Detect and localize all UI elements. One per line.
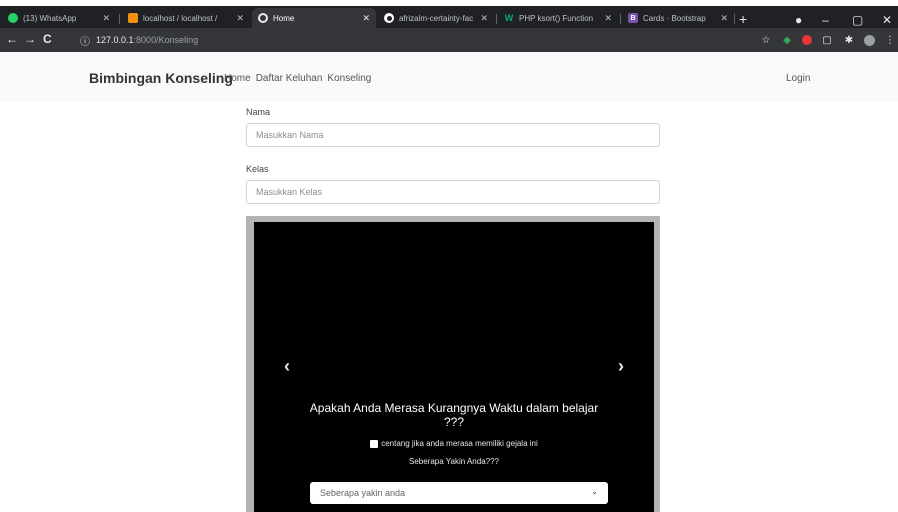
close-tab-icon[interactable]: ✕ <box>102 13 110 24</box>
nama-label: Nama <box>246 107 271 117</box>
github-icon <box>384 13 394 23</box>
nav-daftar-keluhan[interactable]: Daftar Keluhan <box>256 73 323 84</box>
extension-icon[interactable]: ▢ <box>821 34 833 46</box>
new-tab-button[interactable]: + <box>739 12 747 26</box>
w3schools-icon: W <box>504 13 514 23</box>
minimize-button[interactable]: – <box>822 13 829 27</box>
nama-input[interactable]: Masukkan Nama <box>246 123 660 147</box>
close-tab-icon[interactable]: ✕ <box>236 13 244 24</box>
chevron-down-icon: ⌄ <box>591 487 598 496</box>
whatsapp-icon <box>8 13 18 23</box>
reload-icon[interactable]: C <box>43 32 52 46</box>
tab-bootstrap[interactable]: B Cards · Bootstrap ✕ <box>622 8 734 28</box>
tab-github[interactable]: afrizalm-certainty-fac ✕ <box>378 8 494 28</box>
tab-title: Home <box>273 13 295 23</box>
forward-arrow-icon[interactable]: → <box>24 32 36 46</box>
bookmark-star-icon[interactable]: ☆ <box>760 34 772 46</box>
close-tab-icon[interactable]: ✕ <box>604 13 612 24</box>
tab-title: (13) WhatsApp <box>23 13 77 23</box>
tab-home[interactable]: Home ✕ <box>252 8 376 28</box>
question-text: Apakah Anda Merasa Kurangnya Waktu dalam… <box>309 401 599 429</box>
back-arrow-icon[interactable]: ← <box>6 32 18 46</box>
extension-icon[interactable]: ◆ <box>781 34 793 46</box>
symptom-checkbox-row: centang jika anda merasa memiliki gejala… <box>254 439 654 448</box>
address-bar[interactable]: ⓘ 127.0.0.1:8000/Konseling <box>80 31 780 49</box>
menu-icon[interactable]: ⋮ <box>884 34 896 46</box>
brand-logo[interactable]: Bimbingan Konseling <box>89 70 233 86</box>
maximize-button[interactable]: ▢ <box>852 13 863 27</box>
login-link[interactable]: Login <box>786 73 810 84</box>
select-value: Seberapa yakin anda <box>320 488 406 498</box>
nav-links: Home Daftar Keluhan Konseling <box>224 73 371 84</box>
tab-title: localhost / localhost / <box>143 13 218 23</box>
nav-home[interactable]: Home <box>224 73 251 84</box>
question-carousel: ‹ › Apakah Anda Merasa Kurangnya Waktu d… <box>254 222 654 512</box>
tab-title: PHP ksort() Function <box>519 13 594 23</box>
confidence-prompt: Seberapa Yakin Anda??? <box>408 457 499 466</box>
nav-konseling[interactable]: Konseling <box>327 73 371 84</box>
checkbox-label: centang jika anda merasa memiliki gejala… <box>381 439 538 448</box>
browser-tab-strip: (13) WhatsApp ✕ localhost / localhost / … <box>0 6 898 28</box>
close-tab-icon[interactable]: ✕ <box>362 13 370 24</box>
confidence-select[interactable]: Seberapa yakin anda ⌄ <box>310 482 608 504</box>
avatar[interactable] <box>863 34 875 46</box>
carousel-prev-icon[interactable]: ‹ <box>284 356 290 377</box>
adblock-icon[interactable] <box>801 34 813 46</box>
carousel-next-icon[interactable]: › <box>618 356 624 377</box>
profile-icon[interactable]: ● <box>795 13 802 27</box>
site-navbar: Bimbingan Konseling Home Daftar Keluhan … <box>0 52 898 102</box>
extensions-puzzle-icon[interactable]: ✱ <box>843 34 855 46</box>
tab-title: Cards · Bootstrap <box>643 13 706 23</box>
close-tab-icon[interactable]: ✕ <box>480 13 488 24</box>
tab-whatsapp[interactable]: (13) WhatsApp ✕ <box>2 8 116 28</box>
tab-w3schools[interactable]: W PHP ksort() Function ✕ <box>498 8 618 28</box>
site-info-icon[interactable]: ⓘ <box>80 33 90 48</box>
close-window-button[interactable]: ✕ <box>882 13 892 27</box>
globe-icon <box>258 13 268 23</box>
kelas-label: Kelas <box>246 164 269 174</box>
bootstrap-icon: B <box>628 13 638 23</box>
close-tab-icon[interactable]: ✕ <box>720 13 728 24</box>
symptom-checkbox[interactable] <box>370 439 379 448</box>
tab-title: afrizalm-certainty-fac <box>399 13 474 23</box>
phpmyadmin-icon <box>128 13 138 23</box>
url-text: 127.0.0.1:8000/Konseling <box>96 35 199 45</box>
kelas-input[interactable]: Masukkan Kelas <box>246 180 660 204</box>
tab-phpmyadmin[interactable]: localhost / localhost / ✕ <box>122 8 250 28</box>
browser-toolbar: ← → C ⓘ 127.0.0.1:8000/Konseling ☆ ◆ ▢ ✱… <box>0 28 898 52</box>
